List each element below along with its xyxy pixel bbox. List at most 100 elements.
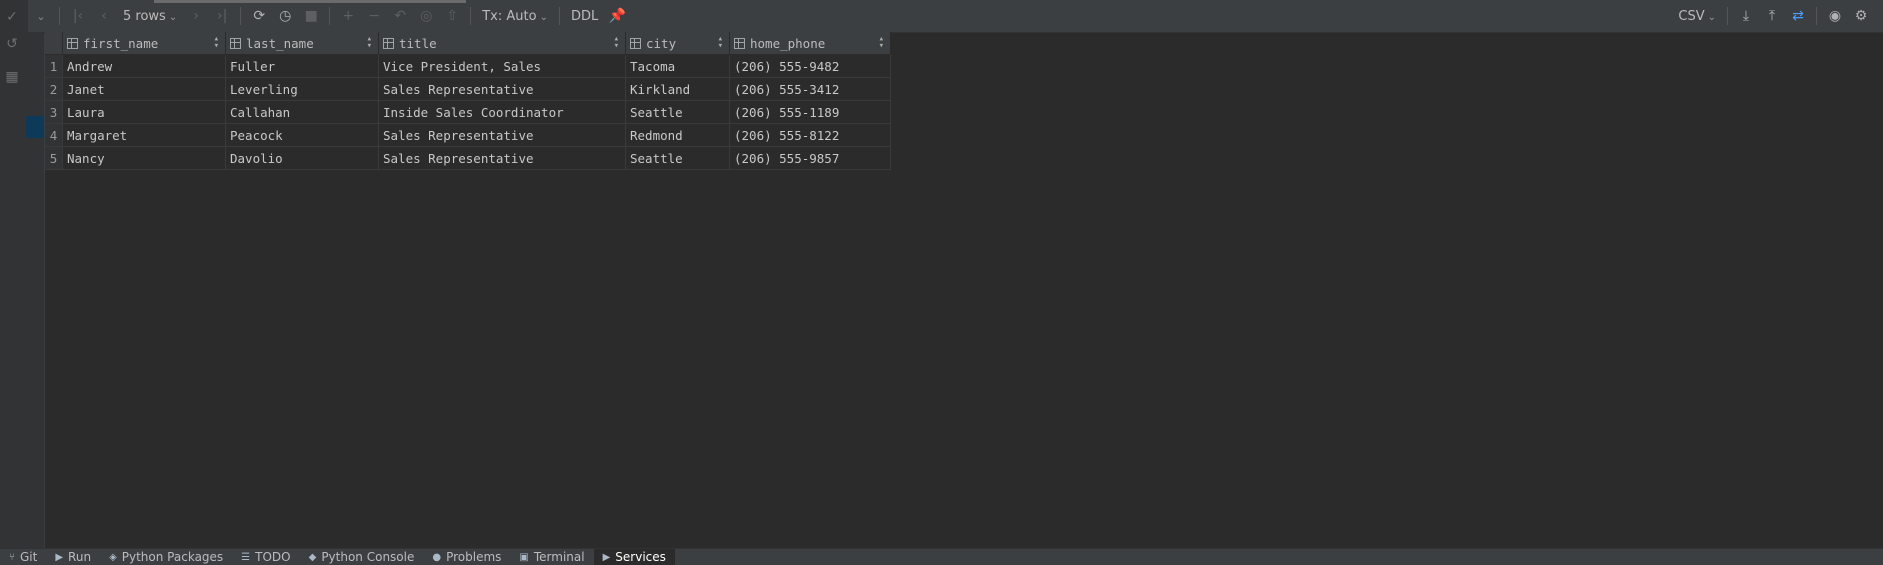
tab-indicator xyxy=(154,0,466,3)
tool-window-git[interactable]: ⑂ Git xyxy=(0,549,46,565)
sort-icon[interactable]: ▴ ▾ xyxy=(879,35,884,51)
table-row[interactable]: 5 Nancy Davolio Sales Representative Sea… xyxy=(45,146,891,170)
separator xyxy=(470,7,472,25)
column-icon xyxy=(734,37,745,49)
row-number[interactable]: 3 xyxy=(45,100,63,124)
column-icon xyxy=(630,37,641,49)
separator xyxy=(329,7,331,25)
refresh-icon[interactable]: ⟳ xyxy=(247,4,271,28)
export-format-dropdown[interactable]: CSV ⌄ xyxy=(1672,9,1722,24)
cell-title[interactable]: Vice President, Sales xyxy=(378,54,626,78)
last-page-icon[interactable]: ›| xyxy=(210,4,234,28)
column-header-home-phone[interactable]: home_phone ▴ ▾ xyxy=(729,32,891,55)
cell-city[interactable]: Redmond xyxy=(625,123,730,147)
commit-check-icon[interactable]: ✓ xyxy=(0,6,24,28)
cell-first-name[interactable]: Nancy xyxy=(62,146,226,170)
cell-city[interactable]: Seattle xyxy=(625,100,730,124)
first-page-icon[interactable]: |‹ xyxy=(66,4,90,28)
cell-last-name[interactable]: Callahan xyxy=(225,100,379,124)
cell-city[interactable]: Seattle xyxy=(625,146,730,170)
cell-first-name[interactable]: Janet xyxy=(62,77,226,101)
tool-window-label: Python Packages xyxy=(121,550,224,564)
column-header-title[interactable]: title ▴ ▾ xyxy=(378,32,626,55)
add-row-icon[interactable]: + xyxy=(336,4,360,28)
column-header-label: home_phone xyxy=(750,35,826,51)
cell-last-name[interactable]: Fuller xyxy=(225,54,379,78)
row-number[interactable]: 2 xyxy=(45,77,63,101)
delete-row-icon[interactable]: − xyxy=(362,4,386,28)
transaction-mode-dropdown[interactable]: Tx: Auto ⌄ xyxy=(476,9,554,24)
layout-grid-icon[interactable]: ▦ xyxy=(0,66,24,88)
next-page-icon[interactable]: › xyxy=(184,4,208,28)
cell-last-name[interactable]: Davolio xyxy=(225,146,379,170)
package-icon: ◈ xyxy=(109,551,117,563)
stop-icon[interactable]: ■ xyxy=(299,4,323,28)
rows-count-dropdown[interactable]: 5 rows ⌄ xyxy=(117,9,183,24)
table-row[interactable]: 2 Janet Leverling Sales Representative K… xyxy=(45,77,891,101)
tool-window-run[interactable]: ▶ Run xyxy=(46,549,100,565)
tool-window-label: Run xyxy=(68,550,92,564)
tool-window-label: Services xyxy=(615,550,666,564)
row-number[interactable]: 4 xyxy=(45,123,63,147)
table-row[interactable]: 4 Margaret Peacock Sales Representative … xyxy=(45,123,891,147)
settings-gear-icon[interactable]: ⚙ xyxy=(1849,4,1873,28)
rollback-icon[interactable]: ↺ xyxy=(0,33,24,55)
separator xyxy=(240,7,242,25)
cell-city[interactable]: Kirkland xyxy=(625,77,730,101)
column-header-city[interactable]: city ▴ ▾ xyxy=(625,32,730,55)
column-header-first-name[interactable]: first_name ▴ ▾ xyxy=(62,32,226,55)
cell-home-phone[interactable]: (206) 555-3412 xyxy=(729,77,891,101)
row-number[interactable]: 5 xyxy=(45,146,63,170)
services-icon: ▶ xyxy=(602,551,611,563)
revert-icon[interactable]: ↶ xyxy=(388,4,412,28)
chevron-down-icon[interactable]: ⌄ xyxy=(29,4,53,28)
tool-window-todo[interactable]: ☰ TODO xyxy=(232,549,299,565)
cell-first-name[interactable]: Andrew xyxy=(62,54,226,78)
sort-icon[interactable]: ▴ ▾ xyxy=(718,35,723,51)
results-toolbar: ⌄ |‹ ‹ 5 rows ⌄ › ›| ⟳ ◷ ■ + − ↶ ◎ ⇧ Tx: … xyxy=(28,0,1883,33)
rows-count-label: 5 rows xyxy=(123,8,166,24)
table-row[interactable]: 1 Andrew Fuller Vice President, Sales Ta… xyxy=(45,54,891,78)
cell-title[interactable]: Sales Representative xyxy=(378,123,626,147)
cell-last-name[interactable]: Leverling xyxy=(225,77,379,101)
cell-first-name[interactable]: Laura xyxy=(62,100,226,124)
tool-window-python-packages[interactable]: ◈ Python Packages xyxy=(100,549,232,565)
cell-home-phone[interactable]: (206) 555-8122 xyxy=(729,123,891,147)
view-eye-icon[interactable]: ◉ xyxy=(1823,4,1847,28)
compare-icon[interactable]: ⇄ xyxy=(1786,4,1810,28)
row-number[interactable]: 1 xyxy=(45,54,63,78)
history-clock-icon[interactable]: ◷ xyxy=(273,4,297,28)
cell-home-phone[interactable]: (206) 555-9857 xyxy=(729,146,891,170)
tool-window-services[interactable]: ▶ Services xyxy=(593,549,675,565)
tool-window-python-console[interactable]: ◆ Python Console xyxy=(300,549,424,565)
column-header-label: title xyxy=(399,35,437,51)
ddl-button[interactable]: DDL xyxy=(565,9,604,24)
upload-icon[interactable]: ⤒ xyxy=(1760,4,1784,28)
sort-icon[interactable]: ▴ ▾ xyxy=(214,35,219,51)
cell-city[interactable]: Tacoma xyxy=(625,54,730,78)
sort-icon[interactable]: ▴ ▾ xyxy=(614,35,619,51)
left-gutter: ✓ ↺ ▦ xyxy=(0,0,45,549)
cell-title[interactable]: Inside Sales Coordinator xyxy=(378,100,626,124)
chevron-down-icon: ⌄ xyxy=(168,11,178,23)
cell-home-phone[interactable]: (206) 555-9482 xyxy=(729,54,891,78)
column-header-last-name[interactable]: last_name ▴ ▾ xyxy=(225,32,379,55)
sort-icon[interactable]: ▴ ▾ xyxy=(367,35,372,51)
preview-changes-icon[interactable]: ◎ xyxy=(414,4,438,28)
separator xyxy=(59,7,60,25)
table-row[interactable]: 3 Laura Callahan Inside Sales Coordinato… xyxy=(45,100,891,124)
cell-last-name[interactable]: Peacock xyxy=(225,123,379,147)
chevron-down-icon: ⌄ xyxy=(539,11,548,23)
separator xyxy=(1727,7,1728,25)
tool-window-problems[interactable]: ● Problems xyxy=(423,549,510,565)
cell-home-phone[interactable]: (206) 555-1189 xyxy=(729,100,891,124)
previous-page-icon[interactable]: ‹ xyxy=(92,4,116,28)
pin-icon[interactable]: 📌 xyxy=(605,4,629,28)
row-number-header xyxy=(45,32,63,55)
cell-title[interactable]: Sales Representative xyxy=(378,146,626,170)
download-icon[interactable]: ⤓ xyxy=(1734,4,1758,28)
submit-icon[interactable]: ⇧ xyxy=(440,4,464,28)
cell-first-name[interactable]: Margaret xyxy=(62,123,226,147)
tool-window-terminal[interactable]: ▣ Terminal xyxy=(510,549,593,565)
cell-title[interactable]: Sales Representative xyxy=(378,77,626,101)
